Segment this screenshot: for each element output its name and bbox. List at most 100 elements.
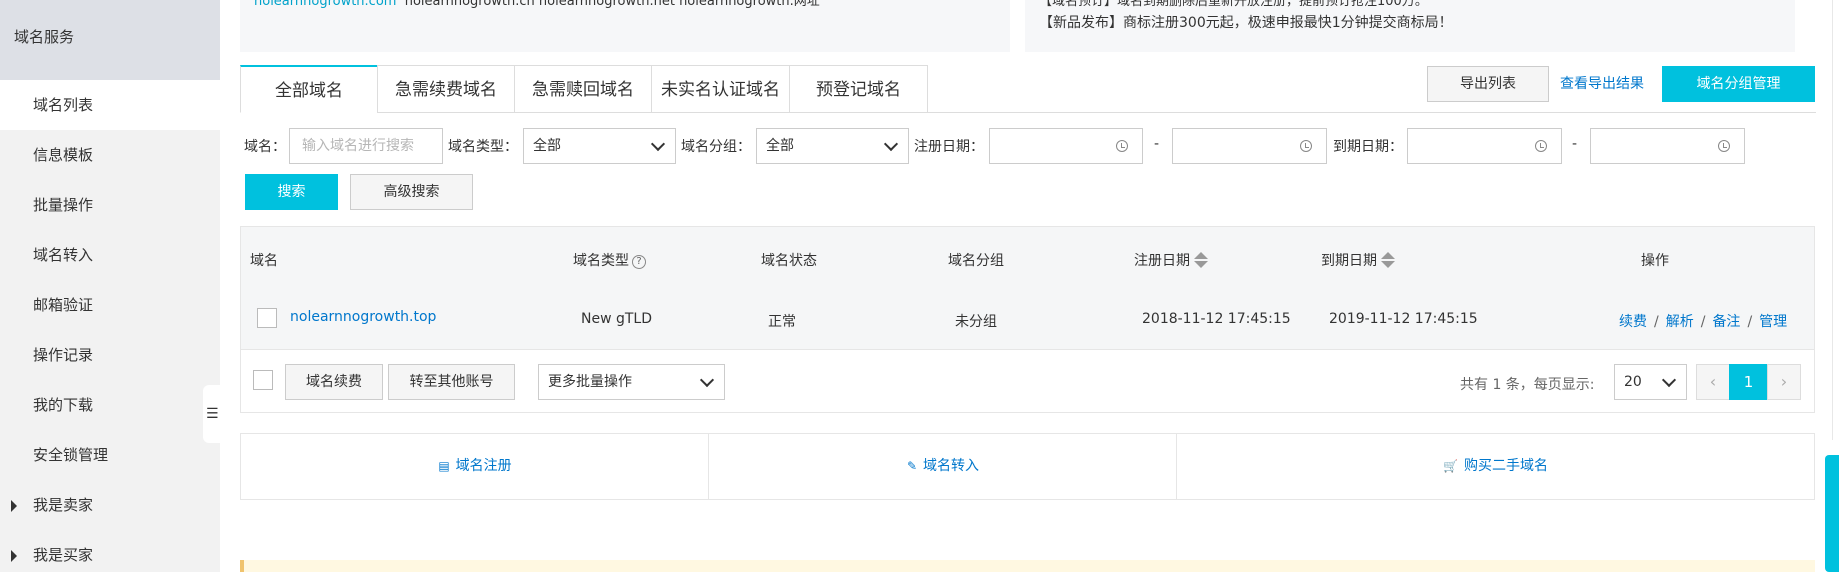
- col-type-label: 域名类型: [573, 253, 629, 269]
- group-select[interactable]: 全部: [756, 128, 909, 164]
- col-domain: 域名: [250, 253, 278, 269]
- sidebar-item-label: 我的下载: [33, 396, 94, 414]
- type-filter-label: 域名类型：: [448, 139, 518, 155]
- col-exp-date[interactable]: 到期日期: [1321, 250, 1395, 270]
- sidebar-collapse-toggle[interactable]: ☰: [203, 385, 221, 443]
- row-checkbox[interactable]: [257, 308, 277, 328]
- sidebar-item-op-records[interactable]: 操作记录: [0, 330, 220, 380]
- col-exp-date-label: 到期日期: [1321, 253, 1377, 269]
- sidebar-item-label: 信息模板: [33, 146, 94, 164]
- manage-link[interactable]: 管理: [1759, 314, 1787, 330]
- sidebar-item-label: 安全锁管理: [33, 446, 109, 464]
- buy-second-hand-link[interactable]: 🛒 购买二手域名: [1177, 434, 1814, 499]
- col-status: 域名状态: [761, 253, 817, 269]
- sidebar-item-info-template[interactable]: 信息模板: [0, 130, 220, 180]
- export-list-button[interactable]: 导出列表: [1427, 66, 1549, 102]
- search-button[interactable]: 搜索: [245, 174, 338, 210]
- col-reg-date[interactable]: 注册日期: [1134, 250, 1208, 270]
- tab-preregistered[interactable]: 预登记域名: [789, 65, 928, 113]
- select-all-checkbox[interactable]: [253, 370, 273, 390]
- col-type: 域名类型?: [573, 250, 646, 270]
- page-size-value: 20: [1624, 374, 1642, 390]
- more-batch-value: 更多批量操作: [548, 374, 632, 390]
- sidebar-item-label: 邮箱验证: [33, 296, 94, 314]
- next-page-button[interactable]: ›: [1767, 364, 1801, 400]
- cell-exp-date: 2019-11-12 17:45:15: [1329, 311, 1478, 327]
- sidebar-item-my-downloads[interactable]: 我的下载: [0, 380, 220, 430]
- expand-arrow-icon: [11, 500, 17, 512]
- domain-search-input[interactable]: 输入域名进行搜索: [289, 128, 443, 164]
- notice-domain-link[interactable]: nolearnnogrowth.com: [254, 0, 396, 9]
- more-batch-select[interactable]: 更多批量操作: [538, 364, 725, 400]
- sidebar-item-label: 域名转入: [33, 246, 94, 264]
- clock-icon: [1300, 140, 1312, 152]
- sort-icon[interactable]: [1381, 251, 1395, 269]
- cell-group: 未分组: [955, 314, 997, 330]
- prev-page-button[interactable]: ‹: [1696, 364, 1730, 400]
- notice-left-text: nolearnnogrowth.com nolearnnogrowth.cn n…: [254, 0, 820, 9]
- register-link[interactable]: ▤ 域名注册: [241, 434, 709, 499]
- sidebar-item-batch-ops[interactable]: 批量操作: [0, 180, 220, 230]
- dns-link[interactable]: 解析: [1666, 314, 1694, 330]
- type-select[interactable]: 全部: [523, 128, 676, 164]
- view-export-link[interactable]: 查看导出结果: [1560, 73, 1644, 93]
- sidebar-item-transfer-in[interactable]: 域名转入: [0, 230, 220, 280]
- exp-date-label: 到期日期：: [1333, 139, 1403, 155]
- cell-status: 正常: [768, 314, 796, 330]
- warning-banner: [240, 560, 1815, 572]
- domain-link[interactable]: nolearnnogrowth.top: [290, 309, 436, 325]
- batch-renew-button[interactable]: 域名续费: [285, 364, 383, 400]
- sidebar-item-email-verify[interactable]: 邮箱验证: [0, 280, 220, 330]
- transfer-account-button[interactable]: 转至其他账号: [388, 364, 515, 400]
- sidebar-item-label: 域名列表: [33, 96, 94, 114]
- group-manage-button[interactable]: 域名分组管理: [1662, 66, 1815, 102]
- remark-link[interactable]: 备注: [1712, 314, 1740, 330]
- type-select-value: 全部: [533, 138, 561, 154]
- clock-icon: [1116, 140, 1128, 152]
- reg-date-start-input[interactable]: [989, 128, 1143, 164]
- renew-link[interactable]: 续费: [1619, 314, 1647, 330]
- exp-date-end-input[interactable]: [1590, 128, 1745, 164]
- exp-date-start-input[interactable]: [1407, 128, 1562, 164]
- sidebar-item-buyer[interactable]: 我是买家: [0, 530, 220, 580]
- op-separator: /: [1654, 314, 1659, 330]
- chevron-down-icon: [650, 136, 666, 152]
- transfer-in-link[interactable]: ✎ 域名转入: [709, 434, 1177, 499]
- group-filter-label: 域名分组：: [681, 139, 751, 155]
- chevron-down-icon: [1661, 372, 1677, 388]
- sidebar-item-domain-list[interactable]: 域名列表: [0, 80, 220, 130]
- page-size-select[interactable]: 20: [1614, 364, 1687, 400]
- help-icon[interactable]: ?: [632, 255, 646, 269]
- scrollbar-track[interactable]: [1832, 0, 1833, 440]
- reg-date-label: 注册日期：: [914, 139, 984, 155]
- cell-reg-date: 2018-11-12 17:45:15: [1142, 311, 1291, 327]
- notice-left-rest: nolearnnogrowth.cn nolearnnogrowth.net n…: [404, 0, 820, 9]
- tab-all-domains[interactable]: 全部域名: [240, 65, 378, 113]
- notice-right-bottom: 【新品发布】商标注册300元起，极速申报最快1分钟提交商标局！: [1039, 15, 1453, 31]
- reg-date-end-input[interactable]: [1172, 128, 1327, 164]
- notice-right-top: 【域名预订】域名到期删除后重新开放注册，提前预订抢注100万。: [1039, 0, 1428, 9]
- tab-unverified[interactable]: 未实名认证域名: [651, 65, 790, 113]
- advanced-search-button[interactable]: 高级搜索: [350, 174, 473, 210]
- table-header: 域名 域名类型? 域名状态 域名分组 注册日期 到期日期 操作: [240, 226, 1815, 288]
- consult-float-button[interactable]: [1825, 455, 1839, 572]
- chevron-down-icon: [883, 136, 899, 152]
- sort-icon[interactable]: [1194, 251, 1208, 269]
- transfer-in-label: 域名转入: [923, 458, 980, 474]
- collapse-icon: ☰: [206, 406, 219, 422]
- clock-icon: [1535, 140, 1547, 152]
- register-label: 域名注册: [455, 458, 512, 474]
- cell-type: New gTLD: [581, 311, 653, 327]
- reg-date-dash: -: [1154, 136, 1160, 152]
- tab-need-renew[interactable]: 急需续费域名: [377, 65, 515, 113]
- group-select-value: 全部: [766, 138, 794, 154]
- cell-ops: 续费 / 解析 / 备注 / 管理: [1619, 311, 1787, 331]
- sidebar-item-label: 操作记录: [33, 346, 94, 364]
- page-1-button[interactable]: 1: [1729, 364, 1768, 400]
- clock-icon: [1718, 140, 1730, 152]
- tab-need-redeem[interactable]: 急需赎回域名: [514, 65, 652, 113]
- sidebar-item-label: 我是卖家: [33, 496, 94, 514]
- op-separator: /: [1700, 314, 1706, 330]
- sidebar-item-security-lock[interactable]: 安全锁管理: [0, 430, 220, 480]
- sidebar-item-seller[interactable]: 我是卖家: [0, 480, 220, 530]
